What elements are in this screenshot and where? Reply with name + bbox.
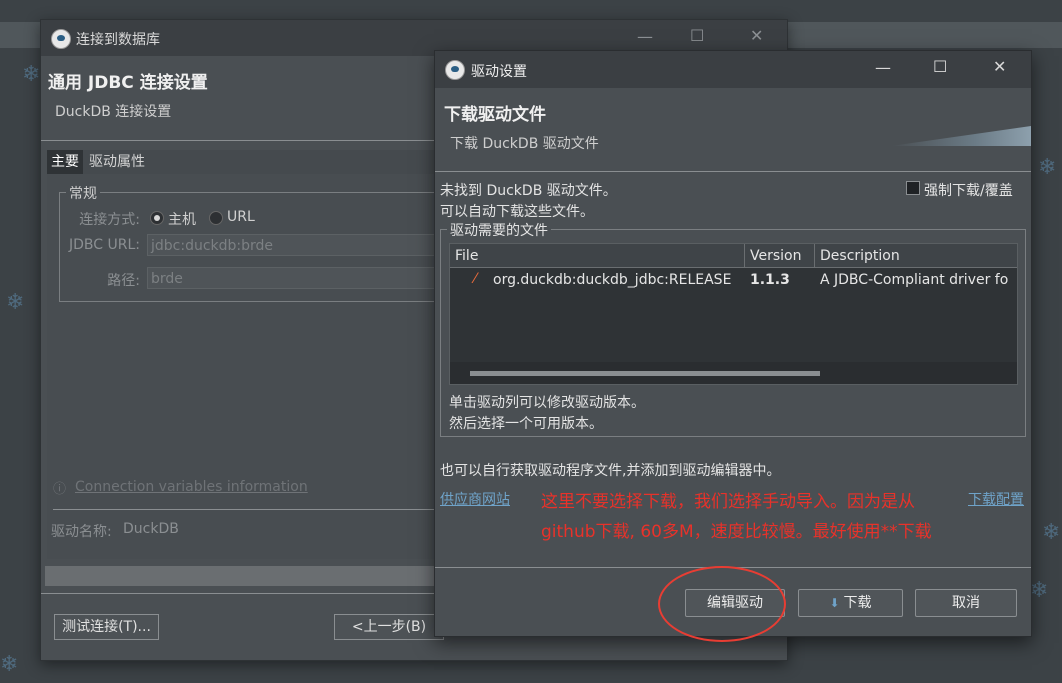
scrollbar-thumb[interactable]	[470, 371, 820, 376]
dialog-title: 驱动设置	[471, 64, 527, 80]
download-config-link[interactable]: 下载配置	[968, 489, 1024, 509]
annotation-line-1: 这里不要选择下载，我们选择手动导入。因为是从	[541, 492, 915, 512]
force-download-label[interactable]: 强制下载/覆盖	[924, 180, 1013, 200]
minimize-icon[interactable]: —	[637, 27, 653, 46]
files-group-title: 驱动需要的文件	[447, 220, 551, 240]
dbeaver-app-icon	[51, 29, 71, 49]
table-cell-version[interactable]: 1.1.3	[750, 268, 810, 292]
jdbc-url-label: JDBC URL:	[69, 237, 140, 253]
driver-settings-dialog: 驱动设置 — ☐ ✕ 下载驱动文件 下载 DuckDB 驱动文件 未找到 Duc…	[434, 50, 1032, 637]
dialog-header-title: 下载驱动文件	[444, 105, 546, 125]
download-button-label: 下载	[843, 595, 872, 611]
vendor-website-link[interactable]: 供应商网站	[440, 489, 510, 509]
highlight-circle	[658, 566, 786, 642]
force-download-checkbox[interactable]	[906, 181, 920, 195]
tab-main[interactable]: 主要	[47, 150, 83, 174]
group-title: 常规	[66, 183, 100, 203]
minimize-icon[interactable]: —	[875, 58, 891, 77]
info-icon: ⓘ	[53, 482, 67, 497]
path-label: 路径:	[107, 273, 140, 289]
manual-driver-hint: 也可以自行获取驱动程序文件,并添加到驱动编辑器中。	[440, 463, 781, 479]
radio-url-label[interactable]: URL	[227, 209, 255, 225]
download-button[interactable]: ⬇ 下载	[798, 589, 903, 617]
connect-mode-label: 连接方式:	[79, 212, 140, 228]
column-header-version[interactable]: Version	[745, 244, 815, 268]
radio-host-label[interactable]: 主机	[168, 209, 196, 229]
hint-line-2: 然后选择一个可用版本。	[449, 416, 603, 432]
snowflake-icon: ❄	[22, 62, 41, 87]
snowflake-icon: ❄	[1038, 155, 1057, 180]
snowflake-icon: ❄	[0, 652, 19, 677]
auto-download-message: 可以自动下载这些文件。	[440, 204, 594, 220]
page-title: 通用 JDBC 连接设置	[48, 73, 208, 93]
jdbc-url-field[interactable]: jdbc:duckdb:brde	[147, 234, 447, 256]
window-title: 连接到数据库	[76, 32, 160, 48]
column-header-file[interactable]: File	[450, 244, 745, 268]
snowflake-icon: ❄	[1030, 578, 1049, 603]
horizontal-scrollbar[interactable]	[450, 362, 1017, 384]
radio-url[interactable]	[209, 211, 223, 225]
table-cell-file[interactable]: org.duckdb:duckdb_jdbc:RELEASE	[493, 268, 743, 292]
close-icon[interactable]: ✕	[993, 57, 1006, 76]
radio-host[interactable]	[150, 211, 164, 225]
prev-step-button[interactable]: <上一步(B)	[334, 614, 444, 640]
table-cell-description[interactable]: A JDBC-Compliant driver fo	[820, 268, 1016, 292]
header-banner-graphic	[891, 126, 1031, 146]
snowflake-icon: ❄	[1042, 520, 1061, 545]
panel-divider	[53, 509, 443, 510]
dialog-header-subtitle: 下载 DuckDB 驱动文件	[450, 136, 599, 152]
tab-driver-properties[interactable]: 驱动属性	[85, 150, 149, 174]
path-field[interactable]: brde	[147, 267, 447, 289]
cancel-button[interactable]: 取消	[915, 589, 1017, 617]
dbeaver-app-icon	[445, 60, 465, 80]
driver-files-table[interactable]: File Version Description ⁄ org.duckdb:du…	[449, 243, 1018, 385]
close-icon[interactable]: ✕	[750, 26, 763, 45]
page-subtitle: DuckDB 连接设置	[55, 104, 172, 120]
maven-artifact-icon: ⁄	[474, 271, 477, 287]
test-connection-button[interactable]: 测试连接(T)...	[54, 614, 159, 640]
driver-name-value: DuckDB	[123, 521, 179, 537]
required-files-group: 驱动需要的文件 File Version Description ⁄ org.d…	[440, 220, 1026, 437]
maximize-icon[interactable]: ☐	[933, 57, 947, 76]
download-icon: ⬇	[829, 596, 840, 610]
driver-name-label: 驱动名称:	[51, 524, 112, 540]
dialog-header: 下载驱动文件 下载 DuckDB 驱动文件	[435, 88, 1031, 170]
dialog-header-divider	[435, 171, 1031, 172]
hint-line-1: 单击驱动列可以修改驱动版本。	[449, 395, 645, 411]
annotation-line-2: github下载, 60多M，速度比较慢。最好使用**下载	[541, 522, 932, 542]
dialog-title-bar[interactable]: 驱动设置 — ☐ ✕	[435, 51, 1031, 88]
snowflake-icon: ❄	[6, 290, 25, 315]
maximize-icon[interactable]: ☐	[690, 26, 704, 45]
not-found-message: 未找到 DuckDB 驱动文件。	[440, 183, 617, 199]
connection-variables-link[interactable]: Connection variables information	[75, 479, 308, 495]
column-header-description[interactable]: Description	[815, 244, 1017, 268]
